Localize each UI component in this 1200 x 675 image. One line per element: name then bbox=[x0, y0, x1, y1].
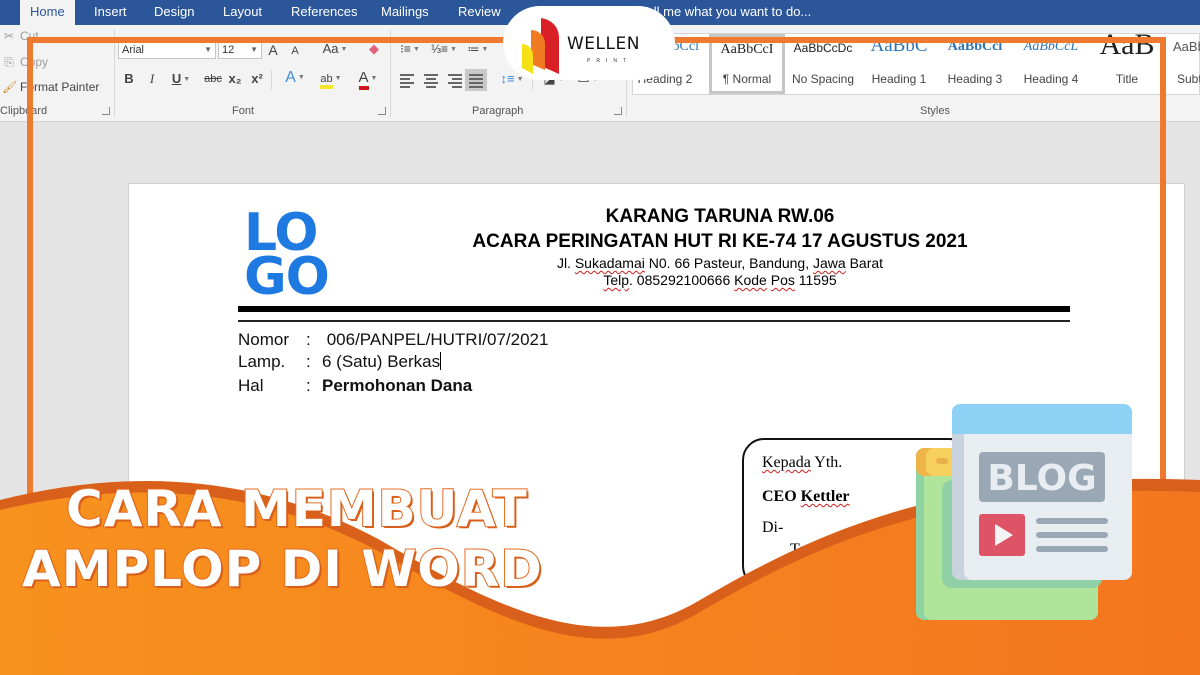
superscript-button[interactable]: x² bbox=[249, 69, 265, 89]
bold-button[interactable]: B bbox=[122, 69, 136, 89]
eraser-icon: ◆ bbox=[369, 41, 379, 56]
copy-button[interactable]: ⎘ Copy bbox=[2, 55, 48, 70]
chevron-down-icon: ▼ bbox=[334, 74, 342, 82]
thumbnail-canvas: Home Insert Design Layout References Mai… bbox=[0, 0, 1200, 675]
shrink-font-button[interactable]: A bbox=[289, 41, 301, 61]
cut-button[interactable]: ✂ Cut bbox=[2, 29, 39, 43]
tab-insert[interactable]: Insert bbox=[84, 0, 137, 25]
chevron-down-icon: ▼ bbox=[450, 45, 457, 53]
tab-mailings[interactable]: Mailings bbox=[371, 0, 439, 25]
align-center-button[interactable] bbox=[422, 73, 440, 88]
line-spacing-icon: ↕≡ bbox=[500, 71, 515, 86]
chevron-down-icon: ▼ bbox=[516, 75, 524, 83]
styles-group-label: Styles bbox=[920, 105, 950, 117]
brand-badge: WELLEN PRINT bbox=[503, 6, 675, 80]
highlight-button[interactable]: ab ▼ bbox=[315, 68, 347, 89]
text-effects-button[interactable]: A ▼ bbox=[280, 68, 310, 88]
letterhead-rule-thin bbox=[238, 320, 1070, 322]
blog-label: BLOG bbox=[987, 458, 1096, 499]
event-title: ACARA PERINGATAN HUT RI KE-74 17 AGUSTUS… bbox=[472, 231, 968, 252]
paintbrush-icon: 🖌 bbox=[2, 80, 18, 94]
style-subtitle[interactable]: AaBbC Subtitle bbox=[1165, 34, 1200, 94]
multilevel-list-icon: ≔ bbox=[467, 42, 480, 56]
phone-line: Telp. 085292100666 Kode Pos 11595 bbox=[603, 272, 837, 288]
chevron-down-icon: ▼ bbox=[250, 45, 258, 54]
grow-font-button[interactable]: A bbox=[266, 40, 280, 60]
chevron-down-icon: ▼ bbox=[204, 45, 212, 54]
paragraph-dialog-launcher[interactable] bbox=[614, 107, 622, 115]
meta-row-lampiran: Lamp.:6 (Satu) Berkas bbox=[238, 352, 442, 371]
bullets-button[interactable]: ⁝≡ ▼ bbox=[396, 39, 424, 59]
chevron-down-icon: ▼ bbox=[183, 75, 191, 83]
blog-illustration-icon: BLOG bbox=[916, 404, 1132, 620]
recipient-greeting: Kepada Yth. bbox=[762, 454, 843, 471]
org-name: KARANG TARUNA RW.06 bbox=[605, 206, 835, 227]
chevron-down-icon: ▼ bbox=[481, 45, 489, 53]
tab-review[interactable]: Review bbox=[448, 0, 511, 25]
logo-line-2: GO bbox=[244, 247, 330, 307]
chevron-down-icon: ▼ bbox=[340, 45, 348, 53]
highlighter-icon: ab bbox=[320, 73, 333, 89]
text-cursor bbox=[440, 352, 442, 370]
font-group-label: Font bbox=[232, 105, 255, 117]
italic-button[interactable]: I bbox=[146, 69, 158, 89]
style-title[interactable]: AaB Title bbox=[1089, 28, 1165, 94]
numbered-list-icon: ⅓≡ bbox=[431, 42, 449, 56]
group-divider bbox=[114, 29, 115, 117]
brand-logo-icon bbox=[522, 18, 559, 74]
style-heading-3[interactable]: AaBbCcl Heading 3 bbox=[937, 34, 1013, 94]
font-family-select[interactable]: Arial ▼ bbox=[118, 41, 216, 59]
multilevel-list-button[interactable]: ≔ ▼ bbox=[464, 39, 492, 59]
chevron-down-icon: ▼ bbox=[370, 74, 378, 82]
brand-name: WELLEN bbox=[567, 34, 640, 54]
style-normal[interactable]: AaBbCcI ¶ Normal bbox=[709, 34, 785, 94]
brand-subtitle: PRINT bbox=[587, 58, 632, 64]
styles-gallery: AaBbCcl Heading 2 AaBbCcI ¶ Normal AaBbC… bbox=[632, 28, 1200, 95]
change-case-button[interactable]: Aa ▼ bbox=[318, 39, 352, 59]
font-dialog-launcher[interactable] bbox=[378, 107, 386, 115]
align-right-button[interactable] bbox=[446, 73, 464, 88]
scissors-icon: ✂ bbox=[3, 29, 15, 43]
chevron-down-icon: ▼ bbox=[297, 74, 305, 81]
letterhead-rule-thick bbox=[238, 306, 1070, 312]
recipient-name: CEO Kettler bbox=[762, 488, 850, 505]
tab-design[interactable]: Design bbox=[144, 0, 204, 25]
tab-references[interactable]: References bbox=[281, 0, 367, 25]
style-no-spacing[interactable]: AaBbCcDc No Spacing bbox=[785, 34, 861, 94]
style-heading-4[interactable]: AaBbCcL Heading 4 bbox=[1013, 34, 1089, 94]
paragraph-group-label: Paragraph bbox=[472, 105, 524, 117]
thumbnail-title-line-2: AMPLOP DI WORD bbox=[21, 539, 543, 599]
font-color-button[interactable]: A ▼ bbox=[352, 68, 384, 90]
group-divider bbox=[390, 29, 391, 117]
underline-button[interactable]: U ▼ bbox=[168, 69, 194, 89]
clipboard-group-label: Clipboard bbox=[0, 105, 48, 117]
tab-layout[interactable]: Layout bbox=[213, 0, 272, 25]
chevron-down-icon: ▼ bbox=[412, 45, 420, 53]
thumbnail-title-line-1: CARA MEMBUAT bbox=[65, 479, 528, 539]
subscript-button[interactable]: x₂ bbox=[227, 69, 243, 89]
format-painter-button[interactable]: 🖌 Format Painter bbox=[2, 80, 99, 94]
style-heading-1[interactable]: AaBbC Heading 1 bbox=[861, 34, 937, 94]
strikethrough-button[interactable]: abc bbox=[202, 69, 224, 89]
copy-icon: ⎘ bbox=[4, 55, 14, 69]
font-size-select[interactable]: 12 ▼ bbox=[218, 41, 262, 59]
justify-button[interactable] bbox=[465, 69, 487, 91]
clear-formatting-button[interactable]: ◆ bbox=[366, 39, 382, 59]
meta-row-hal: Hal: Permohonan Dana bbox=[238, 376, 473, 395]
clipboard-dialog-launcher[interactable] bbox=[102, 107, 110, 115]
divider bbox=[271, 70, 272, 90]
tab-home[interactable]: Home bbox=[20, 0, 75, 25]
recipient-di: Di- bbox=[762, 519, 784, 536]
bullet-list-icon: ⁝≡ bbox=[400, 42, 411, 56]
align-left-button[interactable] bbox=[398, 73, 416, 88]
recipient-place: Tempat bbox=[790, 541, 838, 558]
address-line: Jl. Sukadamai N0. 66 Pasteur, Bandung, J… bbox=[556, 255, 884, 271]
meta-row-nomor: Nomor: 006/PANPEL/HUTRI/07/2021 bbox=[238, 330, 549, 349]
numbering-button[interactable]: ⅓≡ ▼ bbox=[430, 39, 458, 59]
